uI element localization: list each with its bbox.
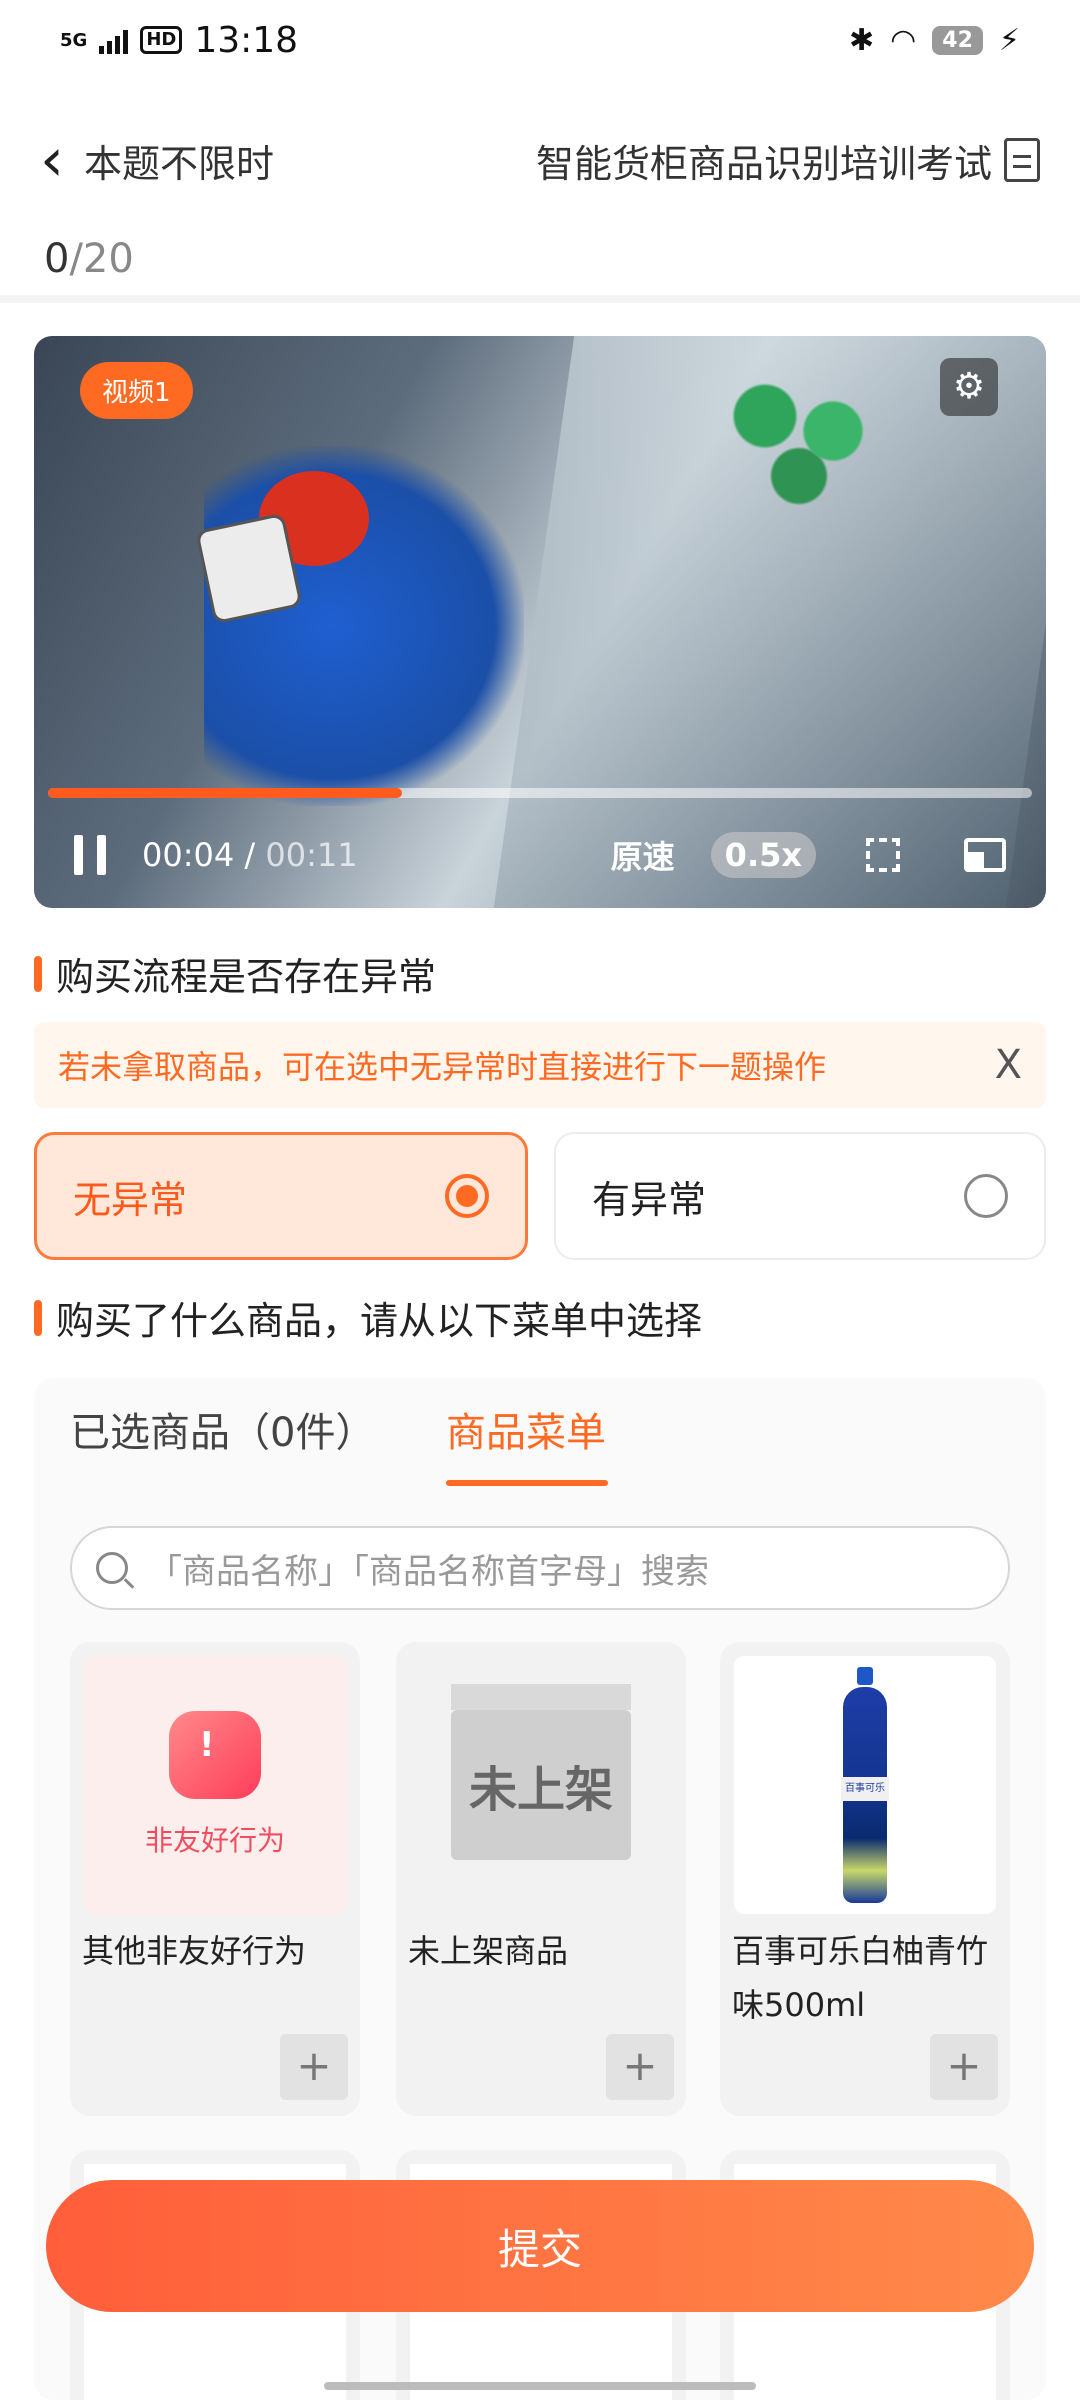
question2-title: 购买了什么商品，请从以下菜单中选择 — [34, 1290, 702, 1345]
bottle-label: 百事可乐 — [841, 1777, 889, 1801]
tab-product-menu[interactable]: 商品菜单 — [446, 1400, 606, 1458]
search-input[interactable]: 「商品名称」「商品名称首字母」搜索 — [70, 1526, 1010, 1610]
video-player[interactable]: 视频1 ⚙ 00:04 / 00:11 原速 0.5x — [34, 336, 1046, 908]
search-icon — [96, 1552, 128, 1584]
question1-title: 购买流程是否存在异常 — [34, 946, 436, 1001]
video-controls: 00:04 / 00:11 原速 0.5x — [34, 820, 1046, 890]
progress-total: /20 — [69, 236, 134, 282]
option-no-abnormal[interactable]: 无异常 — [34, 1132, 528, 1260]
pip-icon[interactable] — [964, 838, 1006, 872]
question2-title-text: 购买了什么商品，请从以下菜单中选择 — [56, 1299, 703, 1343]
box-icon: 未上架 — [451, 1684, 631, 1860]
search-placeholder: 「商品名称」「商品名称首字母」搜索 — [148, 1551, 709, 1592]
status-time: 13:18 — [194, 19, 299, 61]
title-accent-bar — [34, 1299, 42, 1336]
tip-text: 若未拿取商品，可在选中无异常时直接进行下一题操作 — [58, 1048, 827, 1086]
divider — [0, 295, 1080, 303]
video-progress-fill — [48, 788, 403, 798]
submit-button[interactable]: 提交 — [46, 2180, 1034, 2312]
progress-current: 0 — [44, 236, 70, 282]
option-abnormal[interactable]: 有异常 — [554, 1132, 1046, 1260]
product-name: 百事可乐白柚青竹味500ml — [732, 1932, 989, 2024]
option-label: 无异常 — [73, 1177, 188, 1222]
radio-selected-icon[interactable] — [445, 1174, 489, 1218]
add-button[interactable]: + — [606, 2034, 674, 2100]
product-card[interactable]: 非友好行为 其他非友好行为 + — [70, 1642, 360, 2116]
rate-button[interactable]: 0.5x — [710, 832, 816, 878]
speed-button[interactable]: 原速 — [611, 832, 675, 878]
video-frame-phone — [195, 512, 303, 625]
product-image-label: 非友好行为 — [144, 1824, 285, 1857]
video-time: 00:04 / 00:11 — [142, 836, 358, 874]
question1-title-text: 购买流程是否存在异常 — [56, 955, 437, 999]
back-icon[interactable]: ‹ — [40, 130, 64, 190]
hd-badge: HD — [140, 26, 183, 54]
add-button[interactable]: + — [280, 2034, 348, 2100]
bottle-icon: 百事可乐 — [835, 1667, 895, 1903]
fullscreen-icon[interactable] — [866, 838, 900, 872]
network-label: 5G — [60, 29, 88, 51]
video-progress-track[interactable] — [48, 788, 1032, 798]
product-image: 百事可乐 — [734, 1656, 996, 1914]
document-icon[interactable] — [1004, 138, 1040, 182]
product-image-label: 未上架 — [468, 1762, 613, 1818]
video-settings-icon[interactable]: ⚙ — [940, 358, 998, 416]
tab-selected-products[interactable]: 已选商品（0件） — [70, 1400, 375, 1458]
home-indicator[interactable] — [324, 2382, 756, 2390]
option-label: 有异常 — [592, 1177, 707, 1222]
pause-icon[interactable] — [74, 835, 106, 875]
video-current-time: 00:04 — [142, 836, 235, 874]
video-time-separator: / — [234, 836, 266, 874]
page-title: 智能货柜商品识别培训考试 — [535, 141, 992, 186]
bluetooth-icon: ✱ — [848, 22, 875, 58]
product-card[interactable]: 未上架 未上架商品 + — [396, 1642, 686, 2116]
title-accent-bar — [34, 955, 42, 992]
video-frame-bottles — [714, 356, 884, 506]
status-bar: 5G HD 13:18 ✱ ◠ 42 ⚡ — [0, 0, 1080, 80]
video-duration: 00:11 — [265, 836, 358, 874]
product-image: 非友好行为 — [84, 1656, 346, 1914]
product-name: 未上架商品 — [408, 1932, 569, 1970]
status-left: 5G HD 13:18 — [60, 20, 298, 61]
product-card[interactable]: 百事可乐 百事可乐白柚青竹味500ml + — [720, 1642, 1010, 2116]
tab-active-indicator — [446, 1480, 608, 1486]
status-right: ✱ ◠ 42 ⚡ — [849, 23, 1020, 58]
video-badge: 视频1 — [80, 362, 193, 419]
charging-icon: ⚡ — [998, 22, 1020, 58]
product-image: 未上架 — [410, 1656, 672, 1914]
warning-icon — [169, 1711, 261, 1799]
close-icon[interactable]: X — [995, 1042, 1022, 1088]
signal-icon — [99, 26, 129, 54]
radio-unselected-icon[interactable] — [964, 1174, 1008, 1218]
question-progress: 0/20 — [44, 236, 134, 282]
battery-icon: 42 — [932, 25, 983, 55]
wifi-icon: ◠ — [890, 22, 917, 58]
tip-banner: 若未拿取商品，可在选中无异常时直接进行下一题操作 X — [34, 1022, 1046, 1108]
time-limit-label: 本题不限时 — [84, 141, 275, 186]
add-button[interactable]: + — [930, 2034, 998, 2100]
nav-bar: ‹ 本题不限时 智能货柜商品识别培训考试 — [0, 110, 1080, 210]
product-name: 其他非友好行为 — [82, 1932, 307, 1970]
